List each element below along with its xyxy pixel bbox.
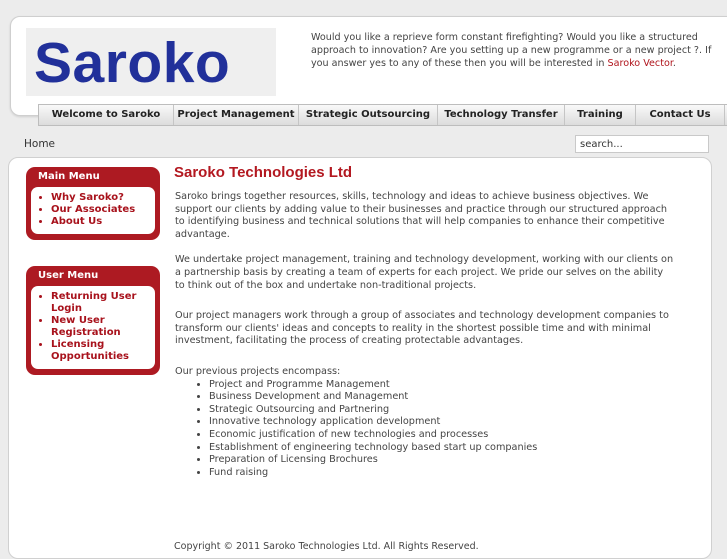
nav-contact-us[interactable]: Contact Us <box>636 105 725 125</box>
main-menu-box: Main Menu Why Saroko? Our Associates Abo… <box>26 167 160 240</box>
list-item: Strategic Outsourcing and Partnering <box>209 404 675 417</box>
user-menu-box: User Menu Returning User Login New User … <box>26 266 160 375</box>
list-item: Establishment of engineering technology … <box>209 442 675 455</box>
paragraph-services: We undertake project management, trainin… <box>175 254 674 291</box>
nav-technology-transfer[interactable]: Technology Transfer <box>438 105 565 125</box>
list-item: Innovative technology application develo… <box>209 416 675 429</box>
footer-copyright: Copyright © 2011 Saroko Technologies Ltd… <box>174 541 479 552</box>
main-content: Saroko brings together resources, skills… <box>175 191 675 479</box>
nav-training[interactable]: Training <box>565 105 636 125</box>
page-title: Saroko Technologies Ltd <box>174 164 353 181</box>
menu-item-new-user-registration[interactable]: New User Registration <box>51 315 153 339</box>
list-item: Economic justification of new technologi… <box>209 429 675 442</box>
menu-item-returning-user-login[interactable]: Returning User Login <box>51 291 153 315</box>
paragraph-approach: Our project managers work through a grou… <box>175 310 669 347</box>
user-menu-list: Returning User Login New User Registrati… <box>31 286 155 369</box>
main-navigation: Welcome to Saroko Project Management Str… <box>38 104 727 126</box>
nav-project-management[interactable]: Project Management <box>174 105 299 125</box>
menu-item-licensing-opportunities[interactable]: Licensing Opportunities <box>51 339 153 363</box>
main-menu-title: Main Menu <box>38 171 100 182</box>
menu-item-our-associates[interactable]: Our Associates <box>51 204 153 216</box>
list-item: Preparation of Licensing Brochures <box>209 454 675 467</box>
menu-item-about-us[interactable]: About Us <box>51 216 153 228</box>
saroko-logo[interactable]: Saroko <box>34 32 230 94</box>
intro-text: Would you like a reprieve form constant … <box>311 31 721 70</box>
projects-list: Project and Programme Management Busines… <box>175 379 675 480</box>
breadcrumb-home[interactable]: Home <box>24 138 55 150</box>
menu-item-why-saroko[interactable]: Why Saroko? <box>51 192 153 204</box>
nav-welcome[interactable]: Welcome to Saroko <box>39 105 174 125</box>
user-menu-title: User Menu <box>38 270 99 281</box>
nav-strategic-outsourcing[interactable]: Strategic Outsourcing <box>299 105 438 125</box>
search-input[interactable] <box>575 135 709 153</box>
saroko-vector-link[interactable]: Saroko Vector <box>608 58 673 69</box>
main-menu-list: Why Saroko? Our Associates About Us <box>31 187 155 234</box>
intro-end: . <box>672 58 676 69</box>
paragraph-projects-heading: Our previous projects encompass: <box>175 365 341 377</box>
paragraph-intro: Saroko brings together resources, skills… <box>175 191 668 240</box>
list-item: Project and Programme Management <box>209 379 675 392</box>
list-item: Fund raising <box>209 467 675 480</box>
list-item: Business Development and Management <box>209 391 675 404</box>
